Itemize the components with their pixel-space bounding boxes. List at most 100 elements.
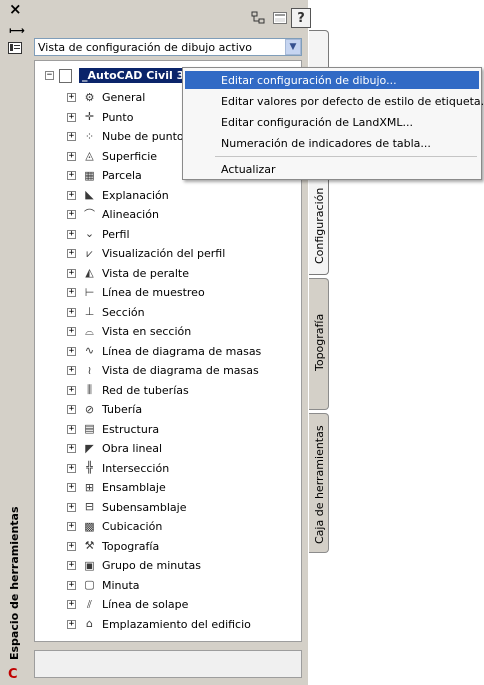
tree-item[interactable]: + ⊘ Tubería [67,400,261,420]
tree-item-label[interactable]: Obra lineal [102,442,162,455]
tree-item[interactable]: + ≀ Vista de diagrama de masas [67,361,261,381]
menu-item-numeracion[interactable]: Numeración de indicadores de tabla... [185,134,479,152]
menu-item-actualizar[interactable]: Actualizar [185,160,479,178]
expand-icon[interactable]: + [67,444,76,454]
tree-item[interactable]: + ∿ Línea de diagrama de masas [67,342,261,362]
expand-icon[interactable]: + [67,132,76,142]
expand-icon[interactable]: + [67,268,76,278]
tree-item-label[interactable]: Estructura [102,423,159,436]
tree-item[interactable]: + ⚒ Topografía [67,537,261,557]
tree-root-row[interactable]: − _AutoCAD Civil 3D (Imperial) NCS [45,67,195,84]
tree-item-label[interactable]: Emplazamiento del edificio [102,618,251,631]
profile-view-icon: ⩗ [86,246,93,260]
expand-icon[interactable]: + [67,366,76,376]
tree-item-label[interactable]: Punto [102,111,133,124]
expand-icon[interactable]: + [67,190,76,200]
tree-item-label[interactable]: Vista en sección [102,325,191,338]
tree-item[interactable]: + ⌂ Emplazamiento del edificio [67,615,261,635]
tree-item-label[interactable]: Red de tuberías [102,384,189,397]
item-view-icon[interactable] [270,8,290,28]
expand-icon[interactable]: + [67,327,76,337]
expand-icon[interactable]: + [67,541,76,551]
tree-item[interactable]: + ⊟ Subensamblaje [67,498,261,518]
tree-item-label[interactable]: Ensamblaje [102,481,166,494]
expand-icon[interactable]: + [67,171,76,181]
tree-item[interactable]: + ⊥ Sección [67,303,261,323]
expand-icon[interactable]: + [67,385,76,395]
expand-icon[interactable]: + [67,93,76,103]
close-icon[interactable]: × [9,2,22,17]
chevron-down-icon[interactable]: ▼ [285,39,301,55]
tree-item[interactable]: + ⫽ Línea de solape [67,595,261,615]
tab-topografia[interactable]: Topografía [309,278,329,410]
collapse-icon[interactable]: − [45,71,54,80]
tree-item[interactable]: + ⊢ Línea de muestreo [67,283,261,303]
help-icon[interactable]: ? [291,8,311,28]
tree-item[interactable]: + ◣ Explanación [67,186,261,206]
menu-item-editar-valores[interactable]: Editar valores por defecto de estilo de … [185,92,484,110]
tree-item[interactable]: + ⌄ Perfil [67,225,261,245]
tree-item-label[interactable]: Superficie [102,150,157,163]
expand-icon[interactable]: + [67,210,76,220]
expand-icon[interactable]: + [67,580,76,590]
expand-icon[interactable]: + [67,346,76,356]
tree-item[interactable]: + ◤ Obra lineal [67,439,261,459]
tree-item[interactable]: + ⊞ Ensamblaje [67,478,261,498]
expand-icon[interactable]: + [67,307,76,317]
tree-item[interactable]: + ⌓ Vista en sección [67,322,261,342]
expand-icon[interactable]: + [67,619,76,629]
tree-item[interactable]: + ◭ Vista de peralte [67,264,261,284]
tree-item-label[interactable]: Línea de diagrama de masas [102,345,261,358]
subassembly-icon: ⊟ [84,500,95,514]
tree-item-label[interactable]: Alineación [102,208,159,221]
tree-item[interactable]: + ▢ Minuta [67,576,261,596]
expand-icon[interactable]: + [67,522,76,532]
expand-icon[interactable]: + [67,600,76,610]
expand-icon[interactable]: + [67,405,76,415]
tree-item-label[interactable]: Minuta [102,579,140,592]
tree-item-label[interactable]: Intersección [102,462,169,475]
tree-item[interactable]: + ⌒ Alineación [67,205,261,225]
tree-item-label[interactable]: Sección [102,306,145,319]
menu-item-editar-landxml[interactable]: Editar configuración de LandXML... [185,113,479,131]
tree-item-label[interactable]: Cubicación [102,520,162,533]
tree-item-label[interactable]: Línea de solape [102,598,188,611]
tree-item[interactable]: + ╬ Intersección [67,459,261,479]
tree-item-label[interactable]: Vista de diagrama de masas [102,364,259,377]
auto-hide-icon[interactable]: ⟼ [9,24,25,37]
tree-item-label[interactable]: Perfil [102,228,130,241]
tree-item-label[interactable]: Parcela [102,169,142,182]
tree-root-label[interactable]: _AutoCAD Civil 3D (Imperial) NCS [79,68,195,83]
expand-icon[interactable]: + [67,151,76,161]
expand-icon[interactable]: + [67,288,76,298]
expand-icon[interactable]: + [67,229,76,239]
tree-item-label[interactable]: Línea de muestreo [102,286,205,299]
tree-item[interactable]: + ⫼ Red de tuberías [67,381,261,401]
tree-item[interactable]: + ▩ Cubicación [67,517,261,537]
expand-icon[interactable]: + [67,249,76,259]
tree-item-label[interactable]: Nube de puntos [102,130,189,143]
tree-item[interactable]: + ⩗ Visualización del perfil [67,244,261,264]
tab-caja-de-herramientas[interactable]: Caja de herramientas [309,413,329,553]
properties-icon[interactable] [8,42,22,54]
tree-item[interactable]: + ▣ Grupo de minutas [67,556,261,576]
tree-item-label[interactable]: Tubería [102,403,142,416]
expand-icon[interactable]: + [67,483,76,493]
tree-item-label[interactable]: Subensamblaje [102,501,186,514]
expand-icon[interactable]: + [67,561,76,571]
tree-item-label[interactable]: Topografía [102,540,159,553]
tree-view-icon[interactable] [248,8,268,28]
tree-item-label[interactable]: Visualización del perfil [102,247,225,260]
expand-icon[interactable]: + [67,502,76,512]
tree-item[interactable]: + ▤ Estructura [67,420,261,440]
tree-item-label[interactable]: Grupo de minutas [102,559,201,572]
tree-item-label[interactable]: Explanación [102,189,169,202]
tree-item-label[interactable]: General [102,91,145,104]
menu-item-editar-configuracion[interactable]: Editar configuración de dibujo... [185,71,479,89]
expand-icon[interactable]: + [67,112,76,122]
expand-icon[interactable]: + [67,463,76,473]
tree-item-label[interactable]: Vista de peralte [102,267,189,280]
expand-icon[interactable]: + [67,424,76,434]
drawing-icon [59,68,72,83]
view-selector[interactable]: Vista de configuración de dibujo activo … [34,38,302,56]
